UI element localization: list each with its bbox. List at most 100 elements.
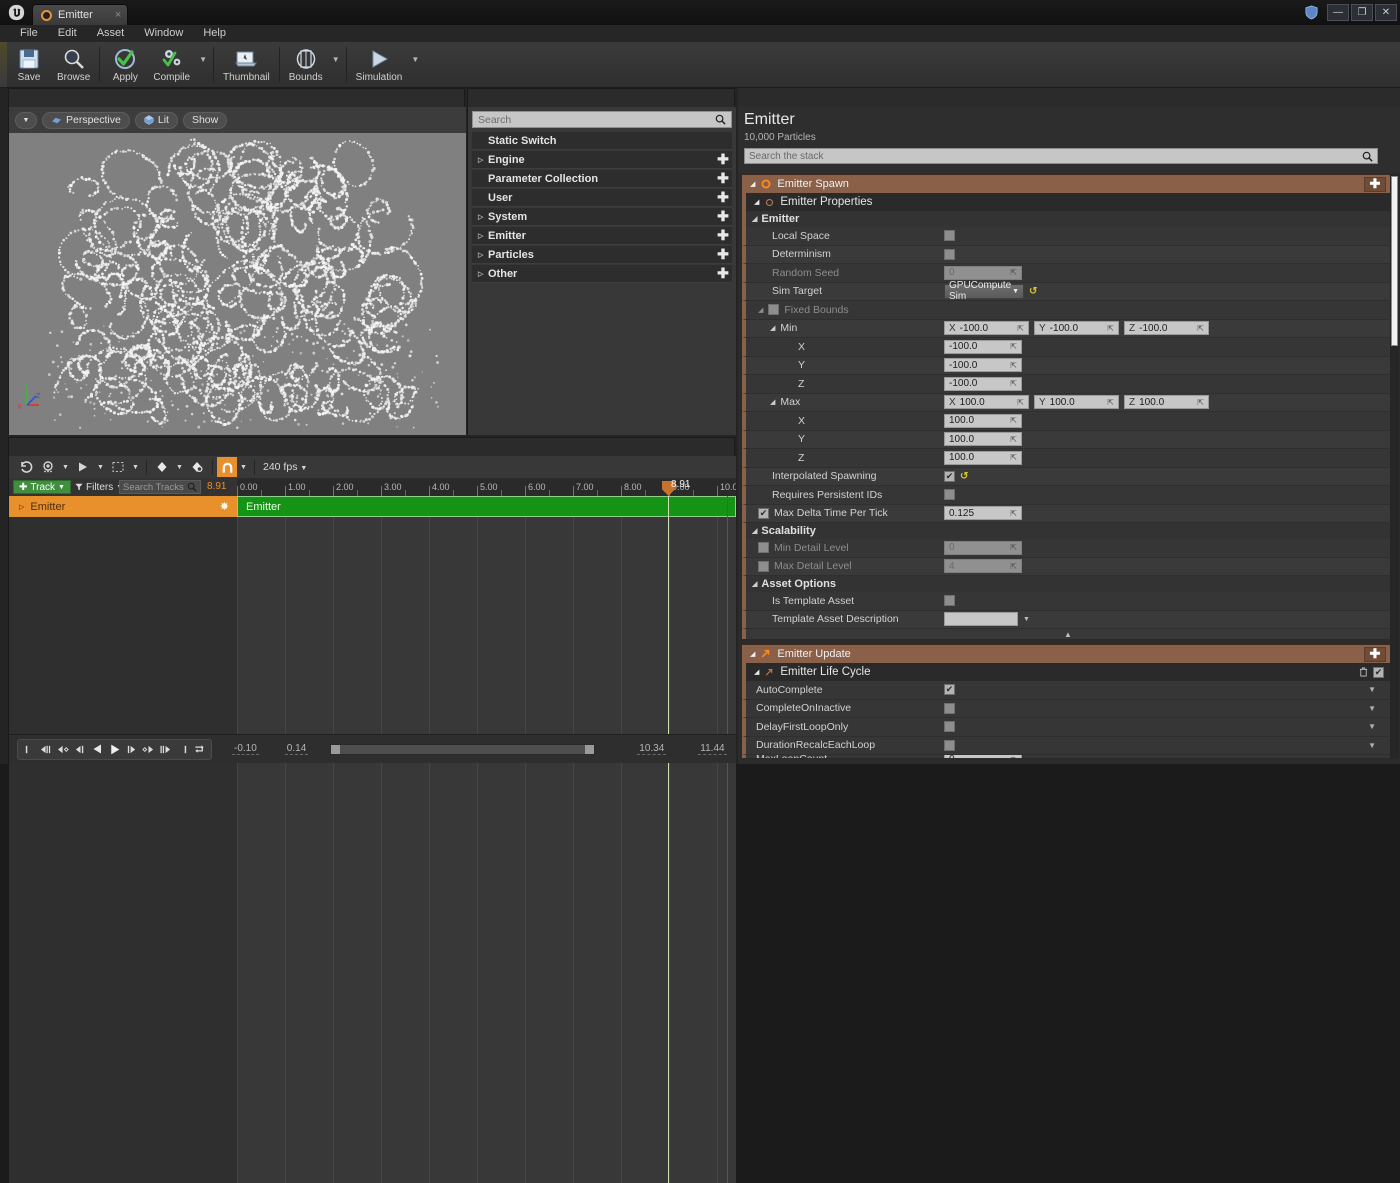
chevron-down-icon[interactable]: ▼ (1368, 704, 1390, 713)
chevron-down-icon[interactable]: ▼ (1368, 722, 1390, 731)
prop-row-delay-first-loop-only[interactable]: DelayFirstLoopOnly ▼ (742, 718, 1390, 737)
stack-module-emitter-properties[interactable]: ◢ Emitter Properties (742, 193, 1390, 211)
section-scalability[interactable]: ◢ Scalability (742, 523, 1390, 539)
prop-row-max[interactable]: ◢ Max X100.0⇱ Y100.0⇱ Z100.0⇱ (742, 394, 1390, 413)
template-asset-description-input[interactable] (944, 612, 1018, 626)
add-module-button[interactable]: ✚ (1364, 647, 1386, 662)
chevron-right-icon[interactable]: ▷ (478, 232, 484, 240)
chevron-down-icon[interactable]: ◢ (750, 650, 755, 658)
menu-item-edit[interactable]: Edit (48, 25, 87, 42)
add-track-button[interactable]: ✚ Track ▼ (13, 480, 71, 494)
menu-item-help[interactable]: Help (193, 25, 236, 42)
stack-group-emitter-update[interactable]: ◢ Emitter Update ✚ (742, 644, 1390, 663)
chevron-down-icon[interactable]: ▼ (1368, 741, 1390, 750)
add-parameter-button[interactable]: ✚ (714, 189, 732, 207)
chevron-down-icon[interactable]: ▬ (1368, 755, 1390, 758)
prop-row-max-y[interactable]: Y 100.0⇱ (742, 431, 1390, 450)
sun-icon[interactable]: ✸ (220, 500, 229, 513)
max-z-input[interactable]: Z100.0⇱ (1124, 395, 1209, 409)
chevron-down-icon[interactable]: ◢ (752, 215, 757, 223)
param-row-engine[interactable]: ▷ Engine ✚ (472, 151, 732, 169)
param-row-user[interactable]: ▷ User ✚ (472, 189, 732, 207)
chevron-down-icon[interactable]: ◢ (770, 324, 775, 332)
requires-persistent-ids-checkbox[interactable] (944, 489, 955, 500)
chevron-right-icon[interactable]: ▷ (478, 270, 484, 278)
prop-row-max-delta-time-per-tick[interactable]: ✔ Max Delta Time Per Tick 0.125⇱ (742, 505, 1390, 524)
chevron-down-icon[interactable]: ▼ (1023, 616, 1030, 623)
play-reverse-icon[interactable] (89, 740, 106, 759)
add-parameter-button[interactable]: ✚ (714, 265, 732, 283)
magnet-snap-icon[interactable] (217, 457, 237, 477)
sim-target-dropdown[interactable]: GPUCompute Sim ▼ (944, 284, 1024, 299)
diamond-key-icon[interactable] (151, 457, 173, 477)
view-end-value[interactable]: 10.34 (637, 743, 666, 755)
prop-row-max-loop-count[interactable]: MaxLoopCount 0▼ ▬ (742, 755, 1390, 758)
menu-item-file[interactable]: File (10, 25, 48, 42)
param-row-other[interactable]: ▷ Other ✚ (472, 265, 732, 283)
viewport-perspective-button[interactable]: Perspective (42, 112, 130, 129)
track-header-emitter[interactable]: ▷ Emitter ✸ (9, 496, 237, 517)
add-parameter-button[interactable]: ✚ (714, 208, 732, 226)
duration-recalc-each-loop-checkbox[interactable] (944, 740, 955, 751)
range-start-value[interactable]: -0.10 (232, 743, 259, 755)
stack-scrollbar-thumb[interactable] (1391, 176, 1398, 346)
stack-group-emitter-spawn[interactable]: ◢ Emitter Spawn ✚ (742, 174, 1390, 193)
range-end-value[interactable]: 11.44 (698, 743, 726, 755)
add-parameter-button[interactable]: ✚ (714, 151, 732, 169)
play-mode-dropdown-icon[interactable]: ▼ (94, 457, 107, 477)
max-y-input[interactable]: Y100.0⇱ (1034, 395, 1119, 409)
track-area[interactable]: Emitter (237, 496, 736, 1183)
prop-row-interpolated-spawning[interactable]: Interpolated Spawning ✔ ↺ (742, 468, 1390, 487)
min-x-input[interactable]: X-100.0⇱ (944, 321, 1029, 335)
reset-to-default-icon[interactable]: ↺ (1029, 286, 1037, 297)
next-frame-icon[interactable] (123, 740, 140, 759)
module-stack-list[interactable]: ◢ Emitter Spawn ✚ ◢ Emitter Properties ◢… (742, 174, 1390, 758)
scrollbar-left-grip[interactable] (331, 745, 340, 754)
min-y-field[interactable]: -100.0⇱ (944, 358, 1022, 372)
compile-dropdown-icon[interactable]: ▼ (196, 42, 210, 87)
menu-item-asset[interactable]: Asset (87, 25, 135, 42)
add-parameter-button[interactable]: ✚ (714, 227, 732, 245)
prop-row-min-z[interactable]: Z -100.0⇱ (742, 375, 1390, 394)
scrollbar-right-grip[interactable] (585, 745, 594, 754)
viewport-options-button[interactable]: ▼ (15, 112, 37, 129)
parameters-search-input[interactable]: Search (472, 111, 732, 128)
minimize-button[interactable]: — (1327, 4, 1349, 21)
autocomplete-checkbox[interactable]: ✔ (944, 684, 955, 695)
play-mode-icon[interactable] (72, 457, 94, 477)
reset-to-default-icon[interactable]: ↺ (960, 471, 968, 482)
module-collapse-handle[interactable]: ▲ (742, 629, 1390, 639)
preview-viewport[interactable]: Y X Z (9, 133, 466, 435)
max-detail-level-checkbox[interactable] (758, 561, 769, 572)
prop-row-max-detail-level[interactable]: Max Detail Level 4⇱ (742, 558, 1390, 577)
prop-row-determinism[interactable]: Determinism (742, 246, 1390, 265)
simulation-dropdown-icon[interactable]: ▼ (408, 42, 422, 87)
max-delta-time-checkbox[interactable]: ✔ (758, 508, 769, 519)
delay-first-loop-only-checkbox[interactable] (944, 721, 955, 732)
chevron-right-icon[interactable]: ▷ (478, 213, 484, 221)
prop-row-template-asset-description[interactable]: Template Asset Description ▼ (742, 611, 1390, 630)
chevron-down-icon[interactable]: ◢ (754, 668, 759, 676)
close-button[interactable]: ✕ (1375, 4, 1397, 21)
chevron-right-icon[interactable]: ▷ (478, 156, 484, 164)
complete-on-inactive-checkbox[interactable] (944, 703, 955, 714)
chevron-down-icon[interactable]: ◢ (750, 180, 755, 188)
add-parameter-button[interactable]: ✚ (714, 170, 732, 188)
min-detail-level-checkbox[interactable] (758, 542, 769, 553)
prop-row-sim-target[interactable]: Sim Target GPUCompute Sim ▼ ↺ (742, 283, 1390, 302)
chevron-down-icon[interactable]: ◢ (752, 580, 757, 588)
prop-row-fixed-bounds[interactable]: ◢ Fixed Bounds (742, 301, 1390, 320)
jump-to-end-icon[interactable] (174, 740, 191, 759)
chevron-right-icon[interactable]: ▷ (478, 251, 484, 259)
chevron-down-icon[interactable]: ▼ (1368, 685, 1390, 694)
document-tab-emitter[interactable]: Emitter × (32, 4, 128, 25)
timeline-horizontal-scrollbar[interactable] (330, 744, 595, 755)
stack-search-input[interactable]: Search the stack (744, 148, 1378, 164)
prop-row-is-template-asset[interactable]: Is Template Asset (742, 592, 1390, 611)
keyframe-eye-icon[interactable] (37, 457, 59, 477)
prop-row-min-y[interactable]: Y -100.0⇱ (742, 357, 1390, 376)
viewport-show-button[interactable]: Show (183, 112, 227, 129)
max-z-field[interactable]: 100.0⇱ (944, 451, 1022, 465)
section-asset-options[interactable]: ◢ Asset Options (742, 576, 1390, 592)
menu-item-window[interactable]: Window (134, 25, 193, 42)
